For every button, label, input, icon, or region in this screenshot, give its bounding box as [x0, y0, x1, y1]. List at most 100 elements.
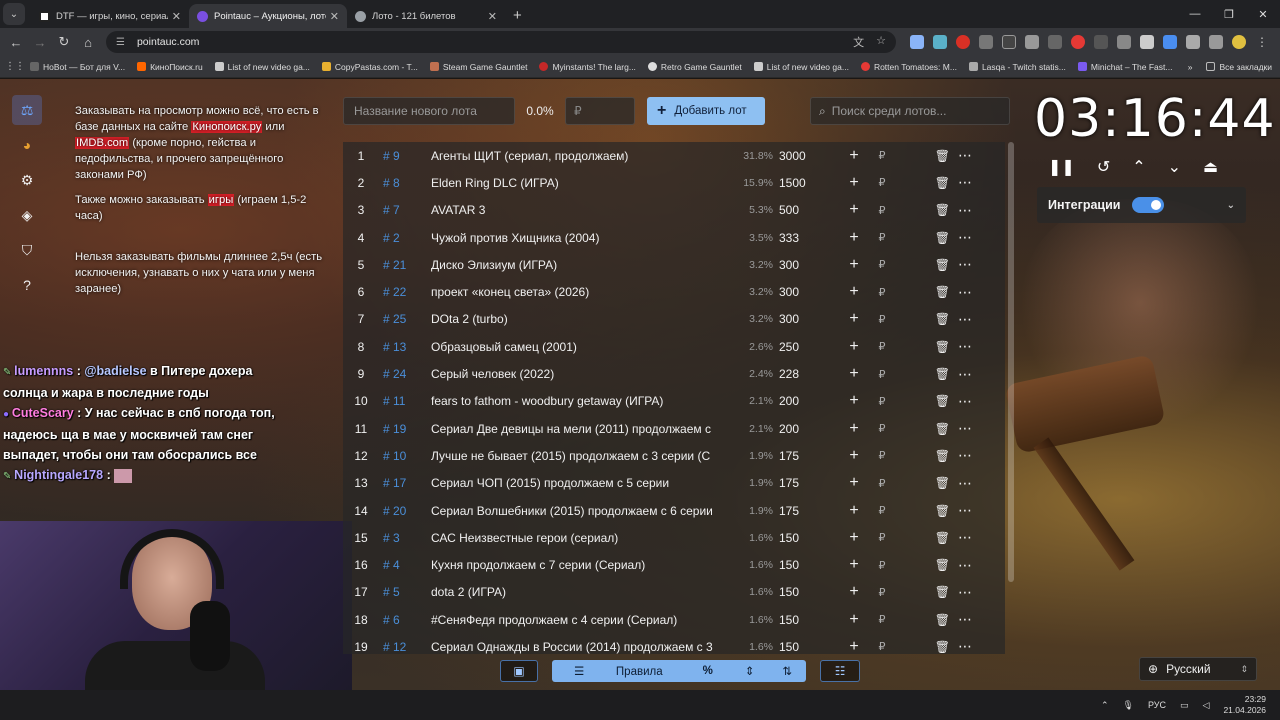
- reading-list-icon[interactable]: [1209, 35, 1223, 49]
- more-options-icon[interactable]: ⋯: [950, 311, 980, 328]
- delete-icon[interactable]: 🗑: [920, 422, 950, 436]
- minimize-icon[interactable]: —: [1178, 0, 1212, 28]
- chevron-down-icon[interactable]: ⌄: [1168, 157, 1181, 177]
- more-options-icon[interactable]: ⋯: [950, 256, 980, 273]
- bookmark-item[interactable]: List of new video ga...: [753, 62, 849, 72]
- compress-icon[interactable]: ⇕: [731, 664, 769, 678]
- delete-icon[interactable]: 🗑: [920, 367, 950, 381]
- more-options-icon[interactable]: ⋯: [950, 611, 980, 628]
- lot-amount[interactable]: 300: [773, 258, 828, 272]
- extension-icon[interactable]: [1025, 35, 1039, 49]
- delete-icon[interactable]: 🗑: [920, 312, 950, 326]
- delete-icon[interactable]: 🗑: [920, 176, 950, 190]
- more-options-icon[interactable]: ⋯: [950, 584, 980, 601]
- add-amount-icon[interactable]: +: [840, 283, 868, 301]
- ruble-input[interactable]: ₽: [868, 368, 896, 381]
- volume-icon[interactable]: ◁: [1203, 700, 1210, 711]
- lot-name[interactable]: Сериал Волшебники (2015) продолжаем с 6 …: [431, 504, 731, 518]
- add-lot-button[interactable]: + Добавить лот: [647, 97, 765, 125]
- keyboard-language[interactable]: РУС: [1148, 700, 1166, 710]
- ruble-input[interactable]: ₽: [868, 286, 896, 299]
- profile-avatar-icon[interactable]: [1232, 35, 1246, 49]
- puzzle-icon[interactable]: [1186, 35, 1200, 49]
- ruble-input[interactable]: ₽: [868, 258, 896, 271]
- lot-amount[interactable]: 150: [773, 613, 828, 627]
- lot-name[interactable]: Кухня продолжаем с 7 серии (Сериал): [431, 558, 731, 572]
- more-options-icon[interactable]: ⋯: [950, 174, 980, 191]
- tab-loto[interactable]: Лото - 121 билетов ✕: [347, 4, 505, 28]
- add-amount-icon[interactable]: +: [840, 201, 868, 219]
- extension-icon[interactable]: [1117, 35, 1131, 49]
- delete-icon[interactable]: 🗑: [920, 285, 950, 299]
- tab-dtf[interactable]: DTF — игры, кино, сериалы, р ✕: [31, 4, 189, 28]
- lot-amount[interactable]: 300: [773, 312, 828, 326]
- add-amount-icon[interactable]: +: [840, 365, 868, 383]
- lot-name[interactable]: Серый человек (2022): [431, 367, 731, 381]
- ruble-input[interactable]: ₽: [868, 149, 896, 162]
- clear-lots-button[interactable]: ☷: [820, 660, 861, 682]
- lot-name[interactable]: DOta 2 (turbo): [431, 312, 731, 326]
- lot-amount[interactable]: 200: [773, 422, 828, 436]
- extension-icon[interactable]: [1140, 35, 1154, 49]
- lot-amount[interactable]: 150: [773, 531, 828, 545]
- more-options-icon[interactable]: ⋯: [950, 502, 980, 519]
- add-amount-icon[interactable]: +: [840, 256, 868, 274]
- address-bar[interactable]: ☰ pointauc.com 文 ☆: [106, 31, 896, 53]
- network-icon[interactable]: ▭: [1180, 700, 1189, 711]
- lot-name[interactable]: dota 2 (ИГРА): [431, 585, 731, 599]
- lots-scrollbar[interactable]: [1008, 142, 1014, 582]
- ruble-input[interactable]: ₽: [868, 204, 896, 217]
- close-window-icon[interactable]: ✕: [1246, 0, 1280, 28]
- language-select[interactable]: ⊕ Русский ⇕: [1139, 657, 1257, 681]
- ruble-input[interactable]: ₽: [868, 449, 896, 462]
- imdb-link[interactable]: IMDB.com: [75, 137, 130, 149]
- add-amount-icon[interactable]: +: [840, 338, 868, 356]
- add-amount-icon[interactable]: +: [840, 638, 868, 654]
- lot-amount[interactable]: 300: [773, 285, 828, 299]
- extension-icon[interactable]: [1002, 35, 1016, 49]
- percent-toggle-button[interactable]: %: [685, 665, 731, 677]
- lot-name[interactable]: Образцовый самец (2001): [431, 340, 731, 354]
- reload-icon[interactable]: ↻: [52, 34, 76, 50]
- more-options-icon[interactable]: ⋯: [950, 147, 980, 164]
- ruble-input[interactable]: ₽: [868, 586, 896, 599]
- add-amount-icon[interactable]: +: [840, 474, 868, 492]
- lot-amount[interactable]: 200: [773, 394, 828, 408]
- bookmark-item[interactable]: List of new video ga...: [214, 62, 310, 72]
- delete-icon[interactable]: 🗑: [920, 203, 950, 217]
- more-options-icon[interactable]: ⋯: [950, 338, 980, 355]
- ruble-input[interactable]: ₽: [868, 559, 896, 572]
- lot-name[interactable]: #СеняФедя продолжаем с 4 серии (Сериал): [431, 613, 731, 627]
- more-options-icon[interactable]: ⋯: [950, 284, 980, 301]
- delete-icon[interactable]: 🗑: [920, 613, 950, 627]
- add-amount-icon[interactable]: +: [840, 502, 868, 520]
- lot-amount[interactable]: 175: [773, 476, 828, 490]
- microphone-icon[interactable]: 🎙: [1123, 700, 1134, 711]
- tab-pointauc[interactable]: Pointauc – Аукционы, лотереи ✕: [189, 4, 347, 28]
- extension-icon[interactable]: [1071, 35, 1085, 49]
- restore-icon[interactable]: ❐: [1212, 0, 1246, 28]
- delete-icon[interactable]: 🗑: [920, 340, 950, 354]
- ruble-input[interactable]: ₽: [868, 640, 896, 653]
- delete-icon[interactable]: 🗑: [920, 585, 950, 599]
- site-info-icon[interactable]: ☰: [116, 37, 125, 48]
- chevron-down-icon[interactable]: ⌄: [1227, 200, 1235, 211]
- delete-icon[interactable]: 🗑: [920, 476, 950, 490]
- wheel-icon[interactable]: ◕: [12, 130, 42, 160]
- lot-amount[interactable]: 175: [773, 449, 828, 463]
- integrations-toggle[interactable]: [1132, 197, 1165, 213]
- lot-name[interactable]: Диско Элизиум (ИГРА): [431, 258, 731, 272]
- ruble-input[interactable]: ₽: [868, 422, 896, 435]
- add-amount-icon[interactable]: +: [840, 392, 868, 410]
- bookmark-item[interactable]: КиноПоиск.ru: [137, 62, 203, 72]
- more-options-icon[interactable]: ⋯: [950, 475, 980, 492]
- lot-name[interactable]: Чужой против Хищника (2004): [431, 231, 731, 245]
- layers-icon[interactable]: ◈: [12, 200, 42, 230]
- lot-name[interactable]: проект «конец света» (2026): [431, 285, 731, 299]
- add-amount-icon[interactable]: +: [840, 147, 868, 165]
- lot-amount[interactable]: 1500: [773, 176, 828, 190]
- lot-name[interactable]: Elden Ring DLC (ИГРА): [431, 176, 731, 190]
- more-options-icon[interactable]: ⋯: [950, 366, 980, 383]
- taskbar-clock[interactable]: 23:29 21.04.2026: [1223, 694, 1266, 716]
- lot-amount[interactable]: 333: [773, 231, 828, 245]
